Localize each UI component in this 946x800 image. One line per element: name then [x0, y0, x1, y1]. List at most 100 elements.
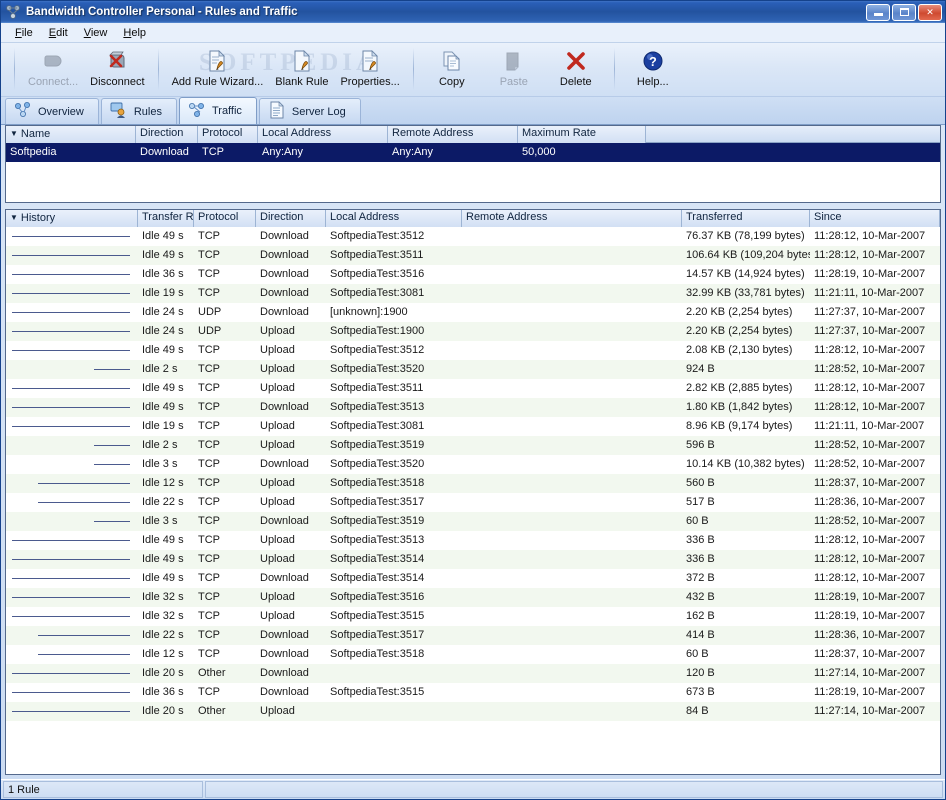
maximize-button[interactable]: [892, 3, 916, 21]
history-table-row[interactable]: Idle 19 s TCP Download SoftpediaTest:3081 32…: [6, 284, 940, 303]
history-cell-remote-address: [462, 607, 682, 626]
rules-col-header-protocol[interactable]: Protocol: [198, 126, 258, 143]
tab-server-log[interactable]: Server Log: [258, 98, 361, 124]
history-col-header-since[interactable]: Since: [810, 210, 940, 227]
menu-item-help[interactable]: Help: [115, 25, 154, 41]
history-table-row[interactable]: Idle 3 s TCP Download SoftpediaTest:3519 60 …: [6, 512, 940, 531]
history-table-row[interactable]: Idle 49 s TCP Upload SoftpediaTest:3512 2.08…: [6, 341, 940, 360]
history-cell-protocol: TCP: [198, 230, 220, 242]
history-cell-protocol: TCP: [198, 553, 220, 565]
history-cell-transfer-ra: Idle 49 s: [142, 249, 184, 261]
menu-file-rest: ile: [21, 26, 33, 39]
minimize-button[interactable]: [866, 3, 890, 21]
history-cell-protocol: TCP: [198, 591, 220, 603]
history-table-row[interactable]: Idle 24 s UDP Upload SoftpediaTest:1900 2.20…: [6, 322, 940, 341]
history-cell-transferred: 2.20 KB (2,254 bytes): [686, 306, 793, 318]
history-table-row[interactable]: Idle 49 s TCP Upload SoftpediaTest:3514 336 …: [6, 550, 940, 569]
history-cell-transferred: 120 B: [686, 667, 715, 679]
history-table-row[interactable]: Idle 2 s TCP Upload SoftpediaTest:3520 924 B…: [6, 360, 940, 379]
history-table-row[interactable]: Idle 49 s TCP Download SoftpediaTest:3511 10…: [6, 246, 940, 265]
tab-rules[interactable]: Rules: [100, 98, 177, 124]
help-button[interactable]: ? Help...: [622, 46, 684, 88]
disconnect-button[interactable]: Disconnect: [84, 46, 150, 88]
history-table-row[interactable]: Idle 32 s TCP Upload SoftpediaTest:3515 162 …: [6, 607, 940, 626]
history-table-row[interactable]: Idle 32 s TCP Upload SoftpediaTest:3516 432 …: [6, 588, 940, 607]
history-col-header-direction[interactable]: Direction: [256, 210, 326, 227]
rules-col-header-maximum-rate[interactable]: Maximum Rate: [518, 126, 646, 143]
history-table-row[interactable]: Idle 22 s TCP Upload SoftpediaTest:3517 517 …: [6, 493, 940, 512]
history-cell-direction: Download: [260, 268, 309, 280]
rules-col-header-local-address[interactable]: Local Address: [258, 126, 388, 143]
menu-item-edit[interactable]: Edit: [41, 25, 76, 41]
history-cell-protocol: TCP: [198, 344, 220, 356]
history-table-row[interactable]: Idle 2 s TCP Upload SoftpediaTest:3519 596 B…: [6, 436, 940, 455]
add-rule-wizard-button[interactable]: Add Rule Wizard...: [166, 46, 270, 88]
history-col-header-protocol[interactable]: Protocol: [194, 210, 256, 227]
rules-cell-name: Softpedia: [10, 146, 57, 158]
paste-button[interactable]: Paste: [483, 46, 545, 88]
history-cell-since: 11:28:19, 10-Mar-2007: [814, 591, 926, 603]
history-cell-transferred: 924 B: [686, 363, 715, 375]
tab-overview[interactable]: Overview: [5, 98, 99, 124]
history-cell-transfer-ra: Idle 22 s: [142, 496, 184, 508]
history-table-row[interactable]: Idle 12 s TCP Download SoftpediaTest:3518 60…: [6, 645, 940, 664]
history-cell-protocol: TCP: [198, 515, 220, 527]
tab-traffic[interactable]: Traffic: [178, 97, 257, 124]
column-label: Transferred: [686, 211, 743, 223]
history-cell-local-address: SoftpediaTest:3515: [330, 686, 425, 698]
history-table-row[interactable]: Idle 12 s TCP Upload SoftpediaTest:3518 560 …: [6, 474, 940, 493]
history-cell-protocol: TCP: [198, 287, 220, 299]
history-cell-direction: Download: [260, 515, 309, 527]
history-cell-since: 11:28:52, 10-Mar-2007: [814, 458, 926, 470]
properties-button[interactable]: Properties...: [334, 46, 405, 88]
history-table-row[interactable]: Idle 24 s UDP Download [unknown]:1900 2.20 K…: [6, 303, 940, 322]
rules-col-header-name[interactable]: ▼ Name: [6, 126, 136, 143]
history-sparkline-cell: [6, 436, 138, 455]
history-cell-protocol: TCP: [198, 629, 220, 641]
rules-col-header-direction[interactable]: Direction: [136, 126, 198, 143]
history-table-row[interactable]: Idle 49 s TCP Download SoftpediaTest:3514 37…: [6, 569, 940, 588]
history-col-header-local-address[interactable]: Local Address: [326, 210, 462, 227]
delete-button[interactable]: Delete: [545, 46, 607, 88]
history-table-row[interactable]: Idle 49 s TCP Upload SoftpediaTest:3511 2.82…: [6, 379, 940, 398]
history-cell-direction: Upload: [260, 534, 295, 546]
history-table-row[interactable]: Idle 19 s TCP Upload SoftpediaTest:3081 8.96…: [6, 417, 940, 436]
column-label: Transfer Ra: [142, 211, 194, 223]
tab-overview-label: Overview: [38, 105, 84, 118]
history-cell-transferred: 517 B: [686, 496, 715, 508]
history-col-header-history[interactable]: ▼ History: [6, 210, 138, 227]
rules-col-header-remote-address[interactable]: Remote Address: [388, 126, 518, 143]
history-col-header-remote-address[interactable]: Remote Address: [462, 210, 682, 227]
history-table-row[interactable]: Idle 49 s TCP Upload SoftpediaTest:3513 336 …: [6, 531, 940, 550]
history-cell-protocol: TCP: [198, 496, 220, 508]
close-button[interactable]: ✕: [918, 3, 942, 21]
history-cell-transfer-ra: Idle 49 s: [142, 230, 184, 242]
history-table-row[interactable]: Idle 49 s TCP Download SoftpediaTest:3513 1.…: [6, 398, 940, 417]
copy-button[interactable]: Copy: [421, 46, 483, 88]
history-table-row[interactable]: Idle 49 s TCP Download SoftpediaTest:3512 76…: [6, 227, 940, 246]
history-sparkline-cell: [6, 531, 138, 550]
history-cell-local-address: SoftpediaTest:3517: [330, 496, 425, 508]
sort-descending-icon: ▼: [10, 129, 18, 138]
history-table-row[interactable]: Idle 3 s TCP Download SoftpediaTest:3520 10.…: [6, 455, 940, 474]
menu-item-file[interactable]: File: [7, 25, 41, 41]
history-cell-direction: Upload: [260, 325, 295, 337]
history-table-row[interactable]: Idle 36 s TCP Download SoftpediaTest:3516 14…: [6, 265, 940, 284]
connect-button[interactable]: Connect...: [22, 46, 84, 88]
document-log-icon: [268, 101, 286, 122]
history-cell-transferred: 673 B: [686, 686, 715, 698]
history-col-header-transferred[interactable]: Transferred: [682, 210, 810, 227]
rules-table-row[interactable]: Softpedia Download TCP Any:Any Any:Any 50,000: [6, 143, 940, 162]
menu-item-view[interactable]: View: [76, 25, 116, 41]
history-cell-transferred: 8.96 KB (9,174 bytes): [686, 420, 793, 432]
history-table-row[interactable]: Idle 20 s Other Upload 84 B 11:27:14, 10-Mar…: [6, 702, 940, 721]
history-sparkline-cell: [6, 455, 138, 474]
history-table-row[interactable]: Idle 36 s TCP Download SoftpediaTest:3515 67…: [6, 683, 940, 702]
sparkline-graph: [12, 597, 130, 598]
blank-rule-button[interactable]: Blank Rule: [269, 46, 334, 88]
history-cell-since: 11:27:14, 10-Mar-2007: [814, 667, 926, 679]
history-cell-direction: Upload: [260, 363, 295, 375]
history-table-row[interactable]: Idle 22 s TCP Download SoftpediaTest:3517 41…: [6, 626, 940, 645]
history-col-header-transfer-ra[interactable]: Transfer Ra: [138, 210, 194, 227]
history-table-row[interactable]: Idle 20 s Other Download 120 B 11:27:14, 10-…: [6, 664, 940, 683]
